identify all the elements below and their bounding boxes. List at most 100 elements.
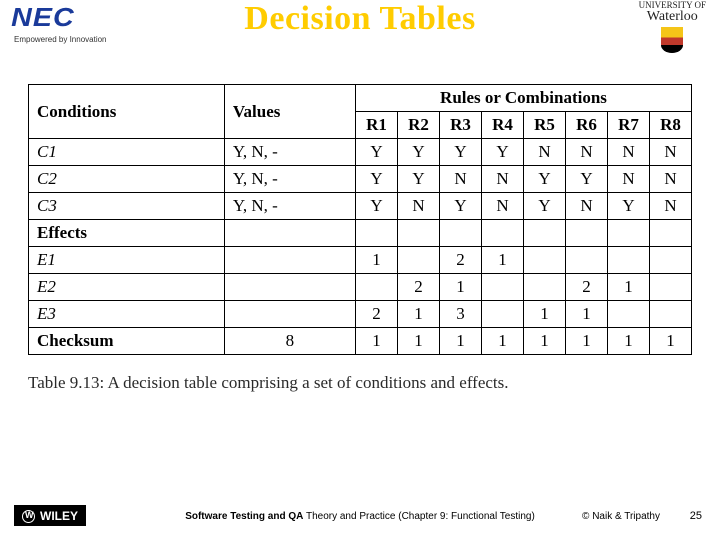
effect-name: E2 <box>29 274 225 301</box>
checksum-row: Checksum 8 1 1 1 1 1 1 1 1 <box>29 328 692 355</box>
condition-cell: N <box>482 166 524 193</box>
effect-cell: 2 <box>356 301 398 328</box>
effect-cell: 2 <box>566 274 608 301</box>
condition-cell: Y <box>566 166 608 193</box>
effect-row: E1121 <box>29 247 692 274</box>
checksum-c7: 1 <box>608 328 650 355</box>
checksum-c1: 1 <box>356 328 398 355</box>
checksum-label: Checksum <box>29 328 225 355</box>
condition-cell: Y <box>398 139 440 166</box>
effect-cell: 1 <box>398 301 440 328</box>
condition-cell: N <box>398 193 440 220</box>
decision-table-wrap: Conditions Values Rules or Combinations … <box>28 84 692 355</box>
condition-cell: Y <box>356 166 398 193</box>
condition-cell: Y <box>398 166 440 193</box>
effect-values <box>224 301 355 328</box>
condition-row: C1Y, N, -YYYYNNNN <box>29 139 692 166</box>
condition-name: C2 <box>29 166 225 193</box>
effect-cell <box>650 247 692 274</box>
th-r1: R1 <box>356 112 398 139</box>
effect-cell: 1 <box>566 301 608 328</box>
table-caption: Table 9.13: A decision table comprising … <box>28 373 692 393</box>
effect-cell <box>650 301 692 328</box>
condition-values: Y, N, - <box>224 193 355 220</box>
th-values: Values <box>224 85 355 139</box>
th-r6: R6 <box>566 112 608 139</box>
effects-header-row: Effects <box>29 220 692 247</box>
condition-cell: N <box>524 139 566 166</box>
checksum-c3: 1 <box>440 328 482 355</box>
effect-cell <box>482 274 524 301</box>
page-number: 25 <box>690 510 702 522</box>
checksum-values: 8 <box>224 328 355 355</box>
checksum-c2: 1 <box>398 328 440 355</box>
th-r5: R5 <box>524 112 566 139</box>
footer-rest: Theory and Practice (Chapter 9: Function… <box>303 511 534 522</box>
footer-copyright: © Naik & Tripathy <box>582 511 660 522</box>
condition-name: C1 <box>29 139 225 166</box>
uw-main: Waterloo <box>647 9 698 25</box>
th-r2: R2 <box>398 112 440 139</box>
waterloo-logo: UNIVERSITY OF Waterloo <box>639 0 706 53</box>
th-r7: R7 <box>608 112 650 139</box>
effect-row: E321311 <box>29 301 692 328</box>
decision-table: Conditions Values Rules or Combinations … <box>28 84 692 355</box>
effect-cell <box>482 301 524 328</box>
condition-cell: Y <box>440 139 482 166</box>
checksum-c6: 1 <box>566 328 608 355</box>
effect-values <box>224 274 355 301</box>
condition-cell: Y <box>524 193 566 220</box>
effect-name: E3 <box>29 301 225 328</box>
slide-title: Decision Tables <box>0 0 720 38</box>
effect-name: E1 <box>29 247 225 274</box>
condition-cell: Y <box>440 193 482 220</box>
effect-cell: 1 <box>524 301 566 328</box>
header-row-1: Conditions Values Rules or Combinations <box>29 85 692 112</box>
condition-values: Y, N, - <box>224 166 355 193</box>
condition-cell: N <box>608 166 650 193</box>
effect-cell <box>566 247 608 274</box>
th-r8: R8 <box>650 112 692 139</box>
condition-cell: N <box>440 166 482 193</box>
condition-cell: N <box>650 139 692 166</box>
footer-bold: Software Testing and QA <box>185 511 303 522</box>
effect-cell: 3 <box>440 301 482 328</box>
condition-cell: N <box>650 166 692 193</box>
effects-label: Effects <box>29 220 225 247</box>
effect-cell <box>356 274 398 301</box>
condition-cell: Y <box>356 193 398 220</box>
effect-cell: 2 <box>398 274 440 301</box>
condition-cell: Y <box>482 139 524 166</box>
condition-cell: N <box>566 193 608 220</box>
effect-cell: 2 <box>440 247 482 274</box>
condition-cell: N <box>650 193 692 220</box>
effect-cell <box>608 301 650 328</box>
effect-row: E22121 <box>29 274 692 301</box>
condition-row: C2Y, N, -YYNNYYNN <box>29 166 692 193</box>
condition-cell: Y <box>608 193 650 220</box>
checksum-c8: 1 <box>650 328 692 355</box>
effect-cell <box>398 247 440 274</box>
condition-row: C3Y, N, -YNYNYNYN <box>29 193 692 220</box>
condition-cell: N <box>608 139 650 166</box>
condition-name: C3 <box>29 193 225 220</box>
footer: WILEY Software Testing and QA Theory and… <box>0 494 720 534</box>
condition-cell: Y <box>356 139 398 166</box>
condition-values: Y, N, - <box>224 139 355 166</box>
checksum-c5: 1 <box>524 328 566 355</box>
crest-icon <box>661 27 683 53</box>
th-r4: R4 <box>482 112 524 139</box>
effect-cell <box>524 247 566 274</box>
effect-cell: 1 <box>608 274 650 301</box>
effect-cell: 1 <box>482 247 524 274</box>
effect-values <box>224 247 355 274</box>
th-conditions: Conditions <box>29 85 225 139</box>
effect-cell <box>524 274 566 301</box>
condition-cell: Y <box>524 166 566 193</box>
th-rules: Rules or Combinations <box>356 85 692 112</box>
checksum-c4: 1 <box>482 328 524 355</box>
condition-cell: N <box>482 193 524 220</box>
condition-cell: N <box>566 139 608 166</box>
effect-cell: 1 <box>440 274 482 301</box>
th-r3: R3 <box>440 112 482 139</box>
